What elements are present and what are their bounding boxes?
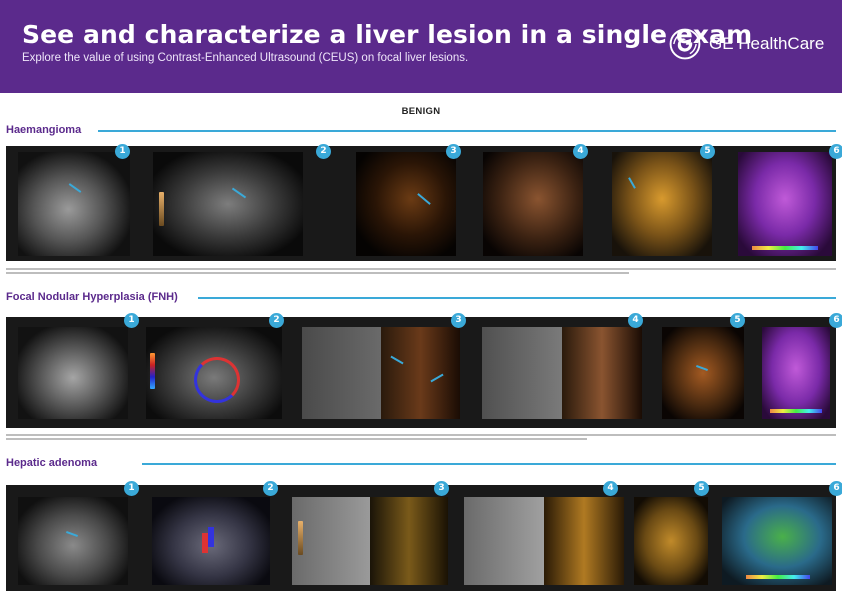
image-number-badge: 5 — [730, 313, 745, 328]
image-number-badge: 5 — [694, 481, 709, 496]
image-number-badge: 1 — [115, 144, 130, 159]
arrow-icon — [430, 373, 444, 383]
image-number-badge: 1 — [124, 481, 139, 496]
header-banner: See and characterize a liver lesion in a… — [0, 0, 842, 93]
ceus-dual-image — [464, 497, 624, 585]
image-number-badge: 3 — [446, 144, 461, 159]
section-title-fnh: Focal Nodular Hyperplasia (FNH) — [6, 291, 178, 303]
ultrasound-image — [18, 497, 128, 585]
ceus-dual-image — [302, 327, 460, 419]
ceus-dual-image — [292, 497, 448, 585]
image-number-badge: 2 — [316, 144, 331, 159]
brand: GE HealthCare — [669, 27, 824, 61]
vascular-flow-overlay — [194, 357, 240, 403]
arrow-icon — [696, 365, 708, 371]
image-number-badge: 2 — [269, 313, 284, 328]
doppler-image — [146, 327, 282, 419]
color-scale-bar — [298, 521, 303, 555]
brand-name: GE HealthCare — [709, 34, 825, 53]
arrow-icon — [628, 177, 636, 189]
ultrasound-image — [634, 497, 708, 585]
arrow-icon — [417, 193, 431, 205]
image-number-badge: 3 — [434, 481, 449, 496]
parametric-image — [722, 497, 832, 585]
figure-caption-placeholder — [6, 268, 836, 280]
image-number-badge: 3 — [451, 313, 466, 328]
section-divider — [142, 463, 836, 465]
vascular-flow-overlay — [208, 527, 214, 547]
parametric-image — [738, 152, 832, 256]
image-number-badge: 5 — [700, 144, 715, 159]
ceus-dual-image — [482, 327, 642, 419]
color-scale-bar — [150, 353, 155, 389]
hepatic-adenoma-image-strip: 1 2 3 4 5 6 — [6, 481, 842, 591]
image-number-badge: 2 — [263, 481, 278, 496]
section-title-haemangioma: Haemangioma — [6, 124, 82, 136]
ultrasound-image — [662, 327, 744, 419]
arrow-icon — [66, 531, 78, 537]
doppler-image — [152, 497, 270, 585]
section-divider — [98, 130, 836, 132]
page-title: See and characterize a liver lesion in a… — [22, 20, 753, 49]
section-divider — [198, 297, 836, 299]
image-number-badge: 4 — [628, 313, 643, 328]
ge-monogram-logo — [669, 28, 701, 60]
image-number-badge: 1 — [124, 313, 139, 328]
image-number-badge: 6 — [829, 481, 842, 496]
color-scale-bar — [746, 575, 810, 579]
arrow-icon — [231, 187, 247, 199]
ultrasound-image — [612, 152, 712, 256]
figure-caption-placeholder — [6, 434, 836, 446]
color-scale-bar — [752, 246, 818, 250]
color-scale-bar — [159, 192, 164, 226]
image-number-badge: 6 — [829, 144, 842, 159]
section-title-hepatic-adenoma: Hepatic adenoma — [6, 457, 98, 469]
color-scale-bar — [770, 409, 822, 413]
arrow-icon — [68, 183, 82, 193]
ultrasound-image — [18, 152, 130, 256]
haemangioma-image-strip: 1 2 3 4 5 6 — [6, 144, 842, 261]
page-subtitle: Explore the value of using Contrast-Enha… — [22, 52, 469, 64]
ultrasound-image — [18, 327, 128, 419]
image-number-badge: 6 — [829, 313, 842, 328]
fnh-image-strip: 1 2 3 4 5 6 — [6, 313, 842, 428]
parametric-image — [762, 327, 830, 419]
arrow-icon — [390, 355, 404, 365]
image-number-badge: 4 — [573, 144, 588, 159]
ultrasound-image — [153, 152, 303, 256]
ultrasound-image — [483, 152, 583, 256]
ultrasound-image — [356, 152, 456, 256]
image-number-badge: 4 — [603, 481, 618, 496]
category-heading: BENIGN — [401, 106, 441, 117]
